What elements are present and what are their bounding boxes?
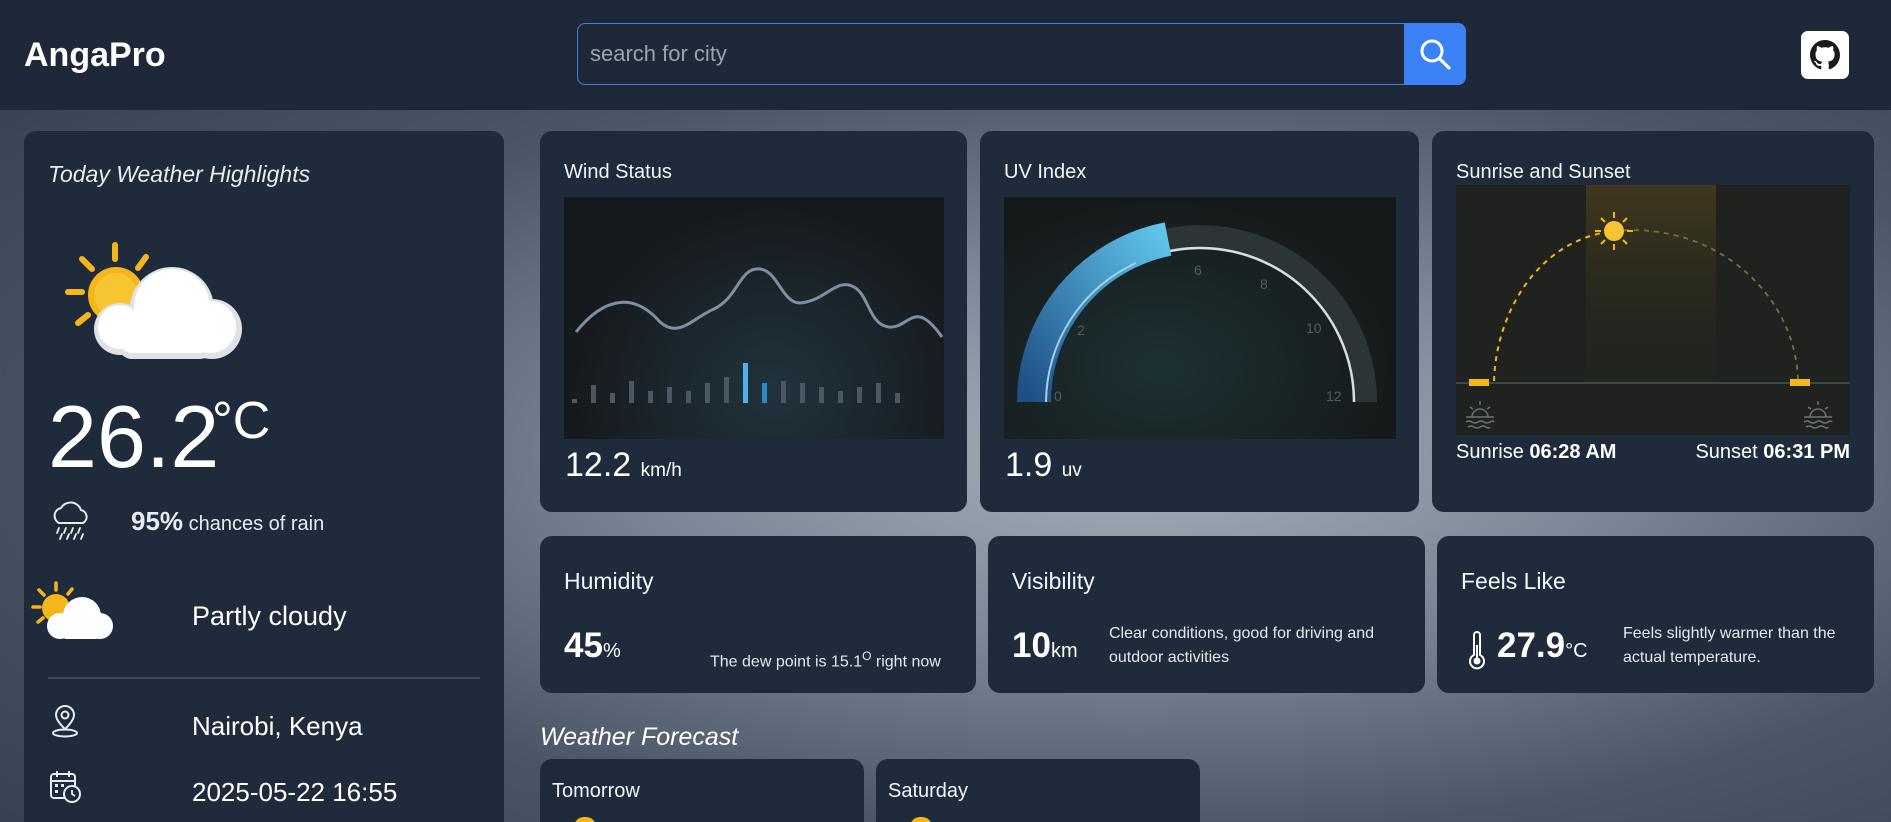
uv-index-title: UV Index xyxy=(1004,161,1087,183)
wind-wave-graphic xyxy=(572,267,944,403)
github-button[interactable] xyxy=(1801,31,1849,79)
location-name: Nairobi, Kenya xyxy=(192,711,363,741)
wind-speed-unit: km/h xyxy=(640,460,682,481)
forecast-card-tomorrow[interactable]: Tomorrow xyxy=(540,759,864,822)
sunset-label: Sunset xyxy=(1695,441,1758,463)
feels-like-value: 27.9 xyxy=(1497,626,1566,665)
sunset-icon xyxy=(1803,401,1833,429)
thermometer-icon xyxy=(1469,631,1485,670)
wind-status-title: Wind Status xyxy=(564,161,672,183)
dew-point-text: The dew point is 15.1 xyxy=(710,653,863,671)
wind-speed-value: 12.2 xyxy=(565,446,632,484)
feels-like-reading: 27.9°C xyxy=(1497,626,1588,666)
humidity-unit: % xyxy=(602,640,621,662)
humidity-reading: 45% xyxy=(564,626,621,666)
divider xyxy=(48,677,480,679)
visibility-reading: 10km xyxy=(1012,626,1078,666)
rain-chance-value: 95% xyxy=(131,506,184,536)
partly-cloudy-icon xyxy=(65,242,242,359)
search-input[interactable] xyxy=(577,23,1405,85)
visibility-unit: km xyxy=(1050,640,1078,662)
humidity-value: 45 xyxy=(564,626,603,665)
uv-tick-2: 2 xyxy=(1077,322,1085,338)
sunrise-label: Sunrise xyxy=(1456,441,1524,463)
sunrise-value: 06:28 AM xyxy=(1529,441,1617,463)
temperature-unit: °C xyxy=(212,392,271,450)
feels-like-note: Feels slightly warmer than the actual te… xyxy=(1623,625,1836,666)
uv-tick-6: 6 xyxy=(1194,262,1202,278)
forecast-day-name: Tomorrow xyxy=(552,780,640,802)
sunrise-icon xyxy=(1465,401,1495,429)
forecast-day-name: Saturday xyxy=(888,780,969,802)
wind-visual xyxy=(564,197,944,439)
uv-index-reading: 1.9 uv xyxy=(1005,446,1082,485)
current-temperature: 26.2 xyxy=(48,387,220,486)
feels-like-title: Feels Like xyxy=(1461,568,1566,594)
today-highlights-card: Today Weather Highlights 26.2 °C 95% cha… xyxy=(24,131,504,822)
uv-index-value: 1.9 xyxy=(1005,446,1053,484)
sunrise-sunset-card: Sunrise and Sunset Sunrise 06:28 AM Suns… xyxy=(1432,131,1874,512)
uv-gauge-graphic: 0 2 6 8 10 12 xyxy=(1017,222,1377,404)
visibility-note: Clear conditions, good for driving and o… xyxy=(1109,625,1375,666)
current-datetime: 2025-05-22 16:55 xyxy=(192,777,398,807)
uv-tick-8: 8 xyxy=(1260,276,1268,292)
sun-icon xyxy=(910,817,932,822)
sunset-value: 06:31 PM xyxy=(1763,441,1850,463)
app-logo[interactable]: AngaPro xyxy=(24,36,166,75)
forecast-card-saturday[interactable]: Saturday xyxy=(876,759,1200,822)
feels-like-card: Feels Like 27.9°C Feels slightly warmer … xyxy=(1437,536,1874,693)
uv-gauge: 0 2 6 8 10 12 xyxy=(1004,197,1396,439)
rain-cloud-icon xyxy=(53,501,88,540)
humidity-note: The dew point is 15.1O right now xyxy=(710,644,941,674)
visibility-value: 10 xyxy=(1012,626,1051,665)
partly-cloudy-small-icon xyxy=(31,581,113,639)
feels-like-unit: °C xyxy=(1565,640,1588,662)
search-button[interactable] xyxy=(1404,23,1466,85)
uv-index-card: UV Index 0 2 6 8 10 12 1.9 uv xyxy=(980,131,1419,512)
uv-index-unit: uv xyxy=(1061,460,1082,481)
weather-forecast-title: Weather Forecast xyxy=(540,723,739,751)
sun-icon xyxy=(574,817,596,822)
rain-chance-label: chances of rain xyxy=(188,513,325,535)
uv-tick-12: 12 xyxy=(1326,388,1342,404)
uv-tick-10: 10 xyxy=(1306,320,1322,336)
dew-point-suffix: right now xyxy=(871,653,941,671)
search-icon xyxy=(1420,39,1451,70)
sunrise-time: Sunrise 06:28 AM xyxy=(1456,441,1616,464)
top-bar: AngaPro xyxy=(0,0,1891,110)
wind-speed: 12.2 km/h xyxy=(565,446,682,485)
rain-chance: 95% chances of rain xyxy=(131,506,324,537)
calendar-clock-icon xyxy=(50,771,81,803)
sunrise-sunset-title: Sunrise and Sunset xyxy=(1456,161,1631,183)
location-pin-icon xyxy=(52,704,78,738)
visibility-card: Visibility 10km Clear conditions, good f… xyxy=(988,536,1425,693)
uv-tick-0: 0 xyxy=(1054,388,1062,404)
sun-arc-graphic xyxy=(1456,185,1850,429)
visibility-title: Visibility xyxy=(1012,568,1095,594)
github-icon xyxy=(1810,40,1840,70)
today-highlights-title: Today Weather Highlights xyxy=(48,161,311,187)
search-bar xyxy=(577,23,1466,85)
sunset-time: Sunset 06:31 PM xyxy=(1695,441,1850,464)
wind-status-card: Wind Status 12.2 km/h xyxy=(540,131,967,512)
weather-condition: Partly cloudy xyxy=(192,601,347,631)
humidity-title: Humidity xyxy=(564,568,654,594)
humidity-card: Humidity 45% The dew point is 15.1O righ… xyxy=(540,536,976,693)
sun-arc-visual xyxy=(1456,185,1850,435)
